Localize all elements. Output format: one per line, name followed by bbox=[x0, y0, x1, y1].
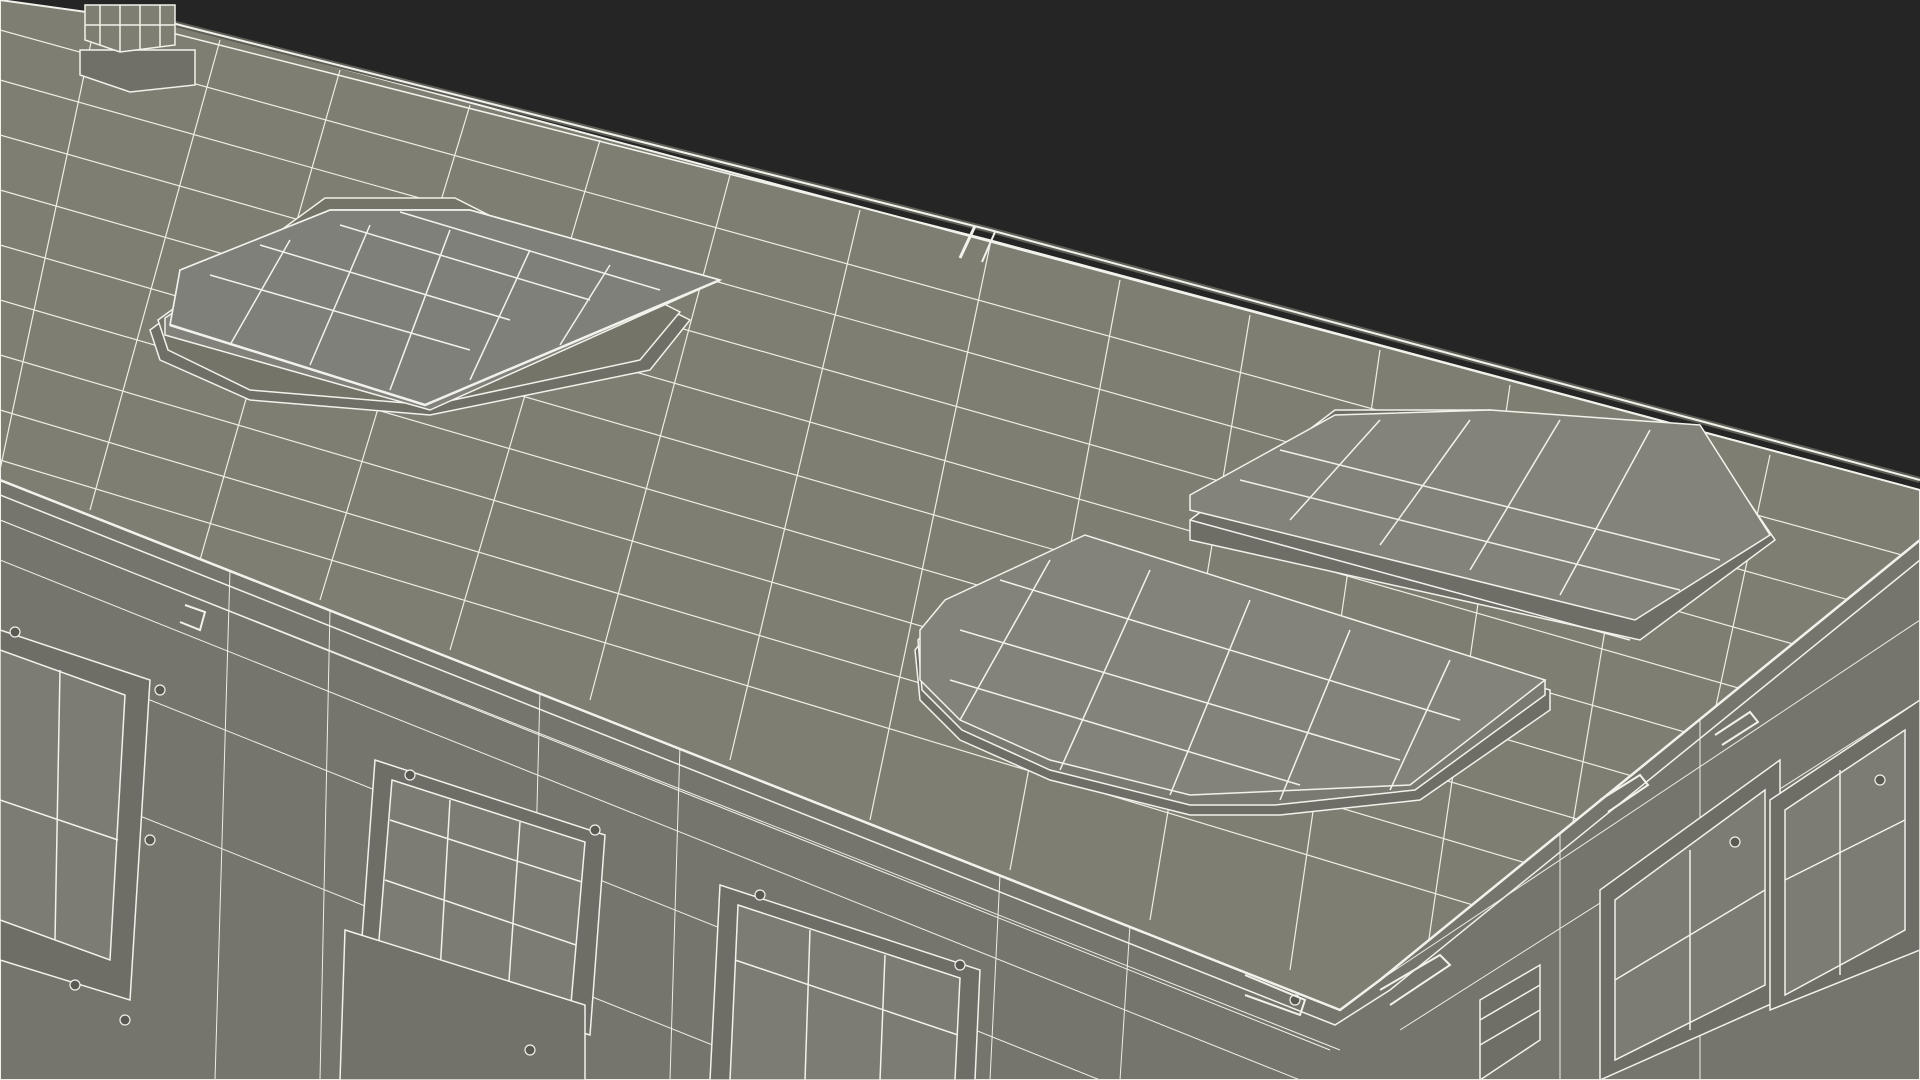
viewport bbox=[0, 0, 1920, 1080]
side-window-left bbox=[0, 629, 151, 1001]
wireframe-render bbox=[0, 0, 1920, 1080]
